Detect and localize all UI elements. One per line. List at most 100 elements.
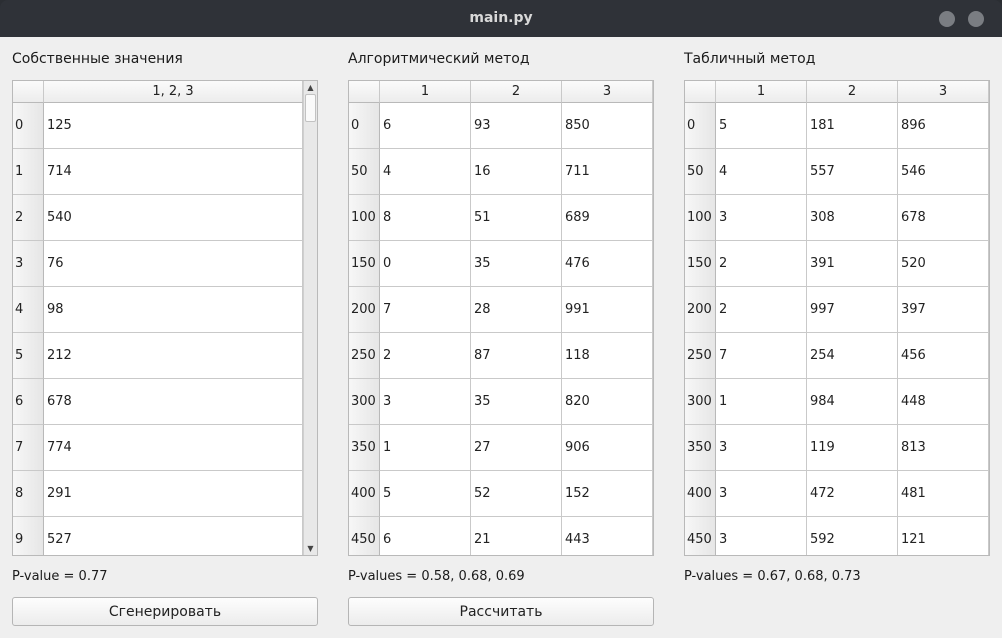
table-cell[interactable]: 397 [898, 287, 989, 333]
table-cell[interactable]: 1 [380, 425, 471, 471]
row-header[interactable]: 100 [349, 195, 380, 241]
row-header[interactable]: 350 [685, 425, 716, 471]
scroll-up-arrow-icon[interactable]: ▲ [304, 81, 317, 94]
row-header[interactable]: 100 [685, 195, 716, 241]
row-header[interactable]: 250 [685, 333, 716, 379]
minimize-button[interactable] [939, 11, 955, 27]
table-cell[interactable]: 774 [44, 425, 303, 471]
table-cell[interactable]: 714 [44, 149, 303, 195]
row-header[interactable]: 50 [685, 149, 716, 195]
table-cell[interactable]: 1 [716, 379, 807, 425]
table-cell[interactable]: 4 [380, 149, 471, 195]
table-cell[interactable]: 87 [471, 333, 562, 379]
table-cell[interactable]: 6 [380, 517, 471, 555]
table-cell[interactable]: 443 [562, 517, 653, 555]
table-cell[interactable]: 678 [898, 195, 989, 241]
table-cell[interactable]: 984 [807, 379, 898, 425]
table-cell[interactable]: 456 [898, 333, 989, 379]
row-header[interactable]: 200 [349, 287, 380, 333]
scrollbar-thumb[interactable] [305, 94, 316, 122]
table-cell[interactable]: 125 [44, 103, 303, 149]
table-cell[interactable]: 76 [44, 241, 303, 287]
row-header[interactable]: 250 [349, 333, 380, 379]
table-cell[interactable]: 820 [562, 379, 653, 425]
column-header[interactable]: 1 [380, 81, 471, 103]
tabular-table[interactable]: 1 2 3 0 5 181 896 50 4 557 546 100 3 308 678 150 2 391 520… [684, 80, 990, 556]
row-header[interactable]: 5 [13, 333, 44, 379]
close-button[interactable] [968, 11, 984, 27]
column-header[interactable]: 1 [716, 81, 807, 103]
table-cell[interactable]: 906 [562, 425, 653, 471]
row-header[interactable]: 3 [13, 241, 44, 287]
table-cell[interactable]: 689 [562, 195, 653, 241]
table-cell[interactable]: 476 [562, 241, 653, 287]
row-header[interactable]: 1 [13, 149, 44, 195]
table-cell[interactable]: 3 [716, 195, 807, 241]
table-cell[interactable]: 8 [380, 195, 471, 241]
table-cell[interactable]: 21 [471, 517, 562, 555]
row-header[interactable]: 300 [349, 379, 380, 425]
table-cell[interactable]: 678 [44, 379, 303, 425]
table-cell[interactable]: 997 [807, 287, 898, 333]
table-cell[interactable]: 35 [471, 379, 562, 425]
row-header[interactable]: 450 [349, 517, 380, 555]
row-header[interactable]: 150 [685, 241, 716, 287]
row-header[interactable]: 9 [13, 517, 44, 555]
calculate-button[interactable]: Рассчитать [348, 597, 654, 626]
table-cell[interactable]: 3 [380, 379, 471, 425]
vertical-scrollbar[interactable]: ▲ ▼ [303, 81, 317, 555]
table-cell[interactable]: 2 [380, 333, 471, 379]
table-cell[interactable]: 52 [471, 471, 562, 517]
table-cell[interactable]: 3 [716, 517, 807, 555]
table-cell[interactable]: 3 [716, 471, 807, 517]
table-cell[interactable]: 7 [716, 333, 807, 379]
table-cell[interactable]: 520 [898, 241, 989, 287]
corner-button[interactable] [349, 81, 380, 103]
table-cell[interactable]: 391 [807, 241, 898, 287]
row-header[interactable]: 0 [13, 103, 44, 149]
table-cell[interactable]: 121 [898, 517, 989, 555]
row-header[interactable]: 350 [349, 425, 380, 471]
row-header[interactable]: 0 [349, 103, 380, 149]
table-cell[interactable]: 448 [898, 379, 989, 425]
table-cell[interactable]: 991 [562, 287, 653, 333]
table-cell[interactable]: 212 [44, 333, 303, 379]
table-cell[interactable]: 27 [471, 425, 562, 471]
algorithmic-table[interactable]: 1 2 3 0 6 93 850 50 4 16 711 100 8 51 689 150 0 35 476 200 7… [348, 80, 654, 556]
table-cell[interactable]: 119 [807, 425, 898, 471]
table-cell[interactable]: 308 [807, 195, 898, 241]
scroll-down-arrow-icon[interactable]: ▼ [304, 542, 317, 555]
table-cell[interactable]: 896 [898, 103, 989, 149]
row-header[interactable]: 6 [13, 379, 44, 425]
generate-button[interactable]: Сгенерировать [12, 597, 318, 626]
table-cell[interactable]: 35 [471, 241, 562, 287]
table-cell[interactable]: 2 [716, 287, 807, 333]
table-cell[interactable]: 181 [807, 103, 898, 149]
table-cell[interactable]: 711 [562, 149, 653, 195]
table-cell[interactable]: 16 [471, 149, 562, 195]
table-cell[interactable]: 98 [44, 287, 303, 333]
table-cell[interactable]: 254 [807, 333, 898, 379]
row-header[interactable]: 400 [349, 471, 380, 517]
table-cell[interactable]: 291 [44, 471, 303, 517]
table-cell[interactable]: 546 [898, 149, 989, 195]
column-header[interactable]: 2 [471, 81, 562, 103]
column-header[interactable]: 1, 2, 3 [44, 81, 303, 103]
column-header[interactable]: 3 [898, 81, 989, 103]
row-header[interactable]: 300 [685, 379, 716, 425]
row-header[interactable]: 450 [685, 517, 716, 555]
table-cell[interactable]: 28 [471, 287, 562, 333]
table-cell[interactable]: 3 [716, 425, 807, 471]
corner-button[interactable] [685, 81, 716, 103]
row-header[interactable]: 2 [13, 195, 44, 241]
eigenvalues-table[interactable]: 1, 2, 3 0 125 1 714 2 540 3 76 4 98 5 212 6 678 7 774 8 29… [12, 80, 318, 556]
row-header[interactable]: 8 [13, 471, 44, 517]
row-header[interactable]: 4 [13, 287, 44, 333]
table-cell[interactable]: 93 [471, 103, 562, 149]
column-header[interactable]: 3 [562, 81, 653, 103]
table-cell[interactable]: 6 [380, 103, 471, 149]
table-cell[interactable]: 527 [44, 517, 303, 555]
table-cell[interactable]: 472 [807, 471, 898, 517]
table-cell[interactable]: 7 [380, 287, 471, 333]
table-cell[interactable]: 4 [716, 149, 807, 195]
